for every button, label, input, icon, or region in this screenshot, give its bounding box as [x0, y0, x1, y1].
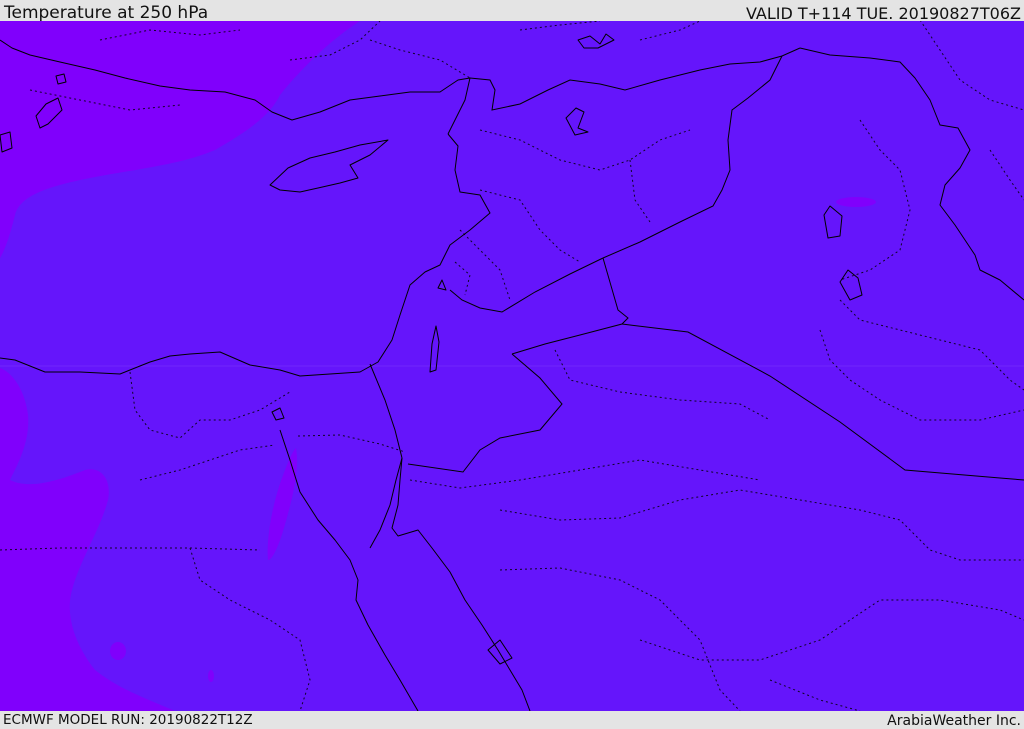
- cold-patch-east: [836, 197, 876, 207]
- model-run: ECMWF MODEL RUN: 20190822T12Z: [3, 712, 253, 728]
- cold-patch-small: [208, 670, 214, 682]
- footer-bar: ECMWF MODEL RUN: 20190822T12Z ArabiaWeat…: [0, 711, 1024, 729]
- cold-patch-south: [110, 642, 126, 660]
- map-title: Temperature at 250 hPa: [4, 3, 209, 23]
- credit: ArabiaWeather Inc.: [887, 713, 1021, 729]
- weather-map[interactable]: [0, 21, 1024, 711]
- header-bar: Temperature at 250 hPa VALID T+114 TUE. …: [0, 0, 1024, 23]
